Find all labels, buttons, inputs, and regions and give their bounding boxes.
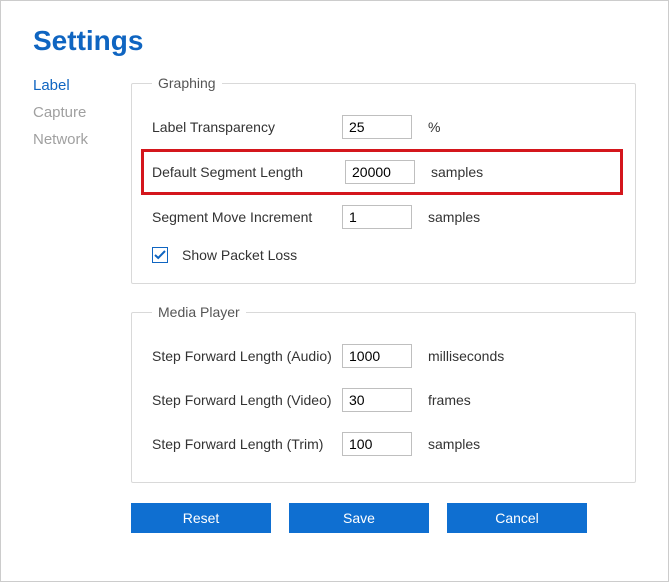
row-step-forward-audio: Step Forward Length (Audio) milliseconds [152,334,615,378]
default-segment-length-input[interactable] [345,160,415,184]
show-packet-loss-checkbox[interactable] [152,247,168,263]
segment-move-increment-input[interactable] [342,205,412,229]
row-step-forward-trim: Step Forward Length (Trim) samples [152,422,615,466]
step-forward-video-label: Step Forward Length (Video) [152,392,342,408]
check-icon [154,249,166,261]
group-graphing: Graphing Label Transparency % Default Se… [131,75,636,284]
group-media-player: Media Player Step Forward Length (Audio)… [131,304,636,483]
row-label-transparency: Label Transparency % [152,105,615,149]
label-transparency-unit: % [428,119,440,135]
step-forward-audio-input[interactable] [342,344,412,368]
step-forward-trim-label: Step Forward Length (Trim) [152,436,342,452]
save-button[interactable]: Save [289,503,429,533]
step-forward-video-unit: frames [428,392,471,408]
cancel-button[interactable]: Cancel [447,503,587,533]
segment-move-increment-label: Segment Move Increment [152,209,342,225]
segment-move-increment-unit: samples [428,209,480,225]
sidebar-item-network[interactable]: Network [33,131,113,148]
step-forward-audio-label: Step Forward Length (Audio) [152,348,342,364]
group-graphing-legend: Graphing [152,75,222,91]
step-forward-trim-unit: samples [428,436,480,452]
show-packet-loss-label: Show Packet Loss [182,247,297,263]
group-media-player-legend: Media Player [152,304,246,320]
reset-button[interactable]: Reset [131,503,271,533]
row-show-packet-loss: Show Packet Loss [152,247,615,263]
step-forward-video-input[interactable] [342,388,412,412]
default-segment-length-unit: samples [431,164,483,180]
step-forward-audio-unit: milliseconds [428,348,504,364]
label-transparency-input[interactable] [342,115,412,139]
button-row: Reset Save Cancel [131,503,636,533]
sidebar-item-label[interactable]: Label [33,77,113,94]
row-default-segment-length: Default Segment Length samples [141,149,623,195]
sidebar: Label Capture Network [33,75,113,533]
default-segment-length-label: Default Segment Length [152,164,345,180]
row-step-forward-video: Step Forward Length (Video) frames [152,378,615,422]
sidebar-item-capture[interactable]: Capture [33,104,113,121]
step-forward-trim-input[interactable] [342,432,412,456]
page-title: Settings [33,25,636,57]
row-segment-move-increment: Segment Move Increment samples [152,195,615,239]
label-transparency-label: Label Transparency [152,119,342,135]
